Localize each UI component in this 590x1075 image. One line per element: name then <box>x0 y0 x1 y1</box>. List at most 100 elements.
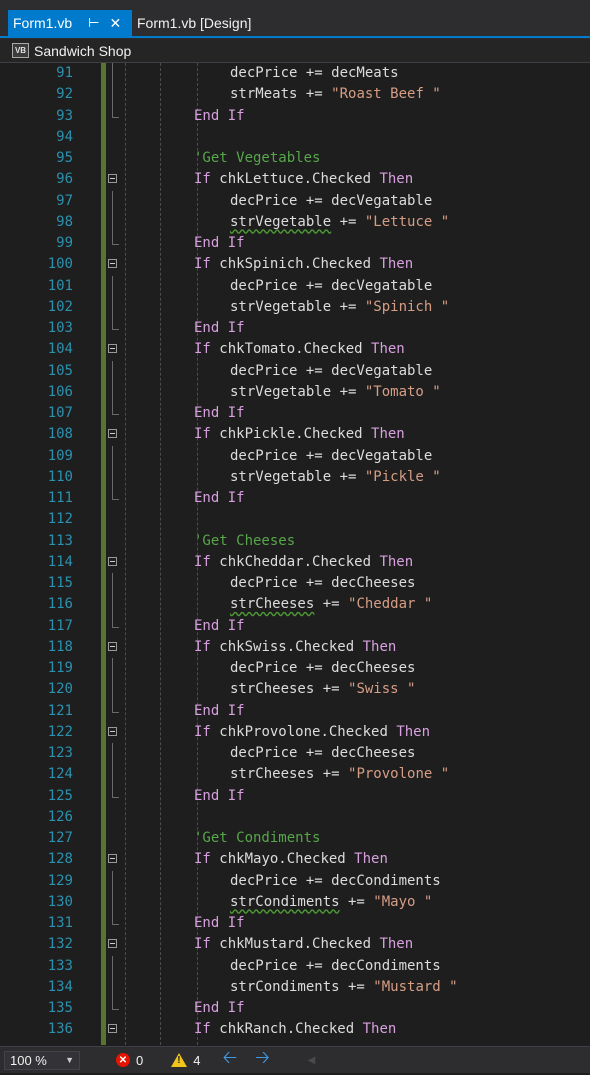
tab-form1-vb[interactable]: Form1.vb ⊢ ✕ <box>8 10 132 36</box>
line-number: 98 <box>56 213 73 230</box>
code-line[interactable]: 93 End If <box>0 105 590 127</box>
keyword-token: End If <box>194 107 245 124</box>
collapse-icon[interactable] <box>108 1024 117 1034</box>
code-line[interactable]: 112 <box>0 509 590 530</box>
collapse-icon[interactable] <box>108 429 117 439</box>
code-line[interactable]: 124 strCheeses += "Provolone " <box>0 764 590 786</box>
pin-icon[interactable]: ⊢ <box>88 15 99 31</box>
code-line[interactable]: 97 decPrice += decVegatable <box>0 190 590 212</box>
code-line[interactable]: 126 <box>0 807 590 828</box>
code-line[interactable]: 117 End If <box>0 615 590 637</box>
code-text: decPrice += decVegatable <box>230 276 432 297</box>
code-line[interactable]: 91 decPrice += decMeats <box>0 63 590 85</box>
collapse-icon[interactable] <box>108 344 117 354</box>
code-line[interactable]: 104 If chkTomato.Checked Then <box>0 339 590 360</box>
code-line[interactable]: 119 decPrice += decCheeses <box>0 658 590 680</box>
code-line[interactable]: 121 End If <box>0 700 590 722</box>
code-token: decPrice += decVegatable <box>230 362 433 379</box>
line-number: 132 <box>47 936 73 953</box>
code-line[interactable]: 118 If chkSwiss.Checked Then <box>0 637 590 658</box>
code-line[interactable]: 135 End If <box>0 998 590 1019</box>
code-line[interactable]: 128 If chkMayo.Checked Then <box>0 849 590 870</box>
line-number: 118 <box>47 638 73 655</box>
code-line[interactable]: 101 decPrice += decVegatable <box>0 275 590 297</box>
code-line[interactable]: 132 If chkMustard.Checked Then <box>0 934 590 955</box>
outline-line <box>112 466 113 488</box>
keyword-token: Then <box>379 936 414 953</box>
code-line[interactable]: 92 strMeats += "Roast Beef " <box>0 84 590 106</box>
line-number: 116 <box>47 596 73 613</box>
code-line[interactable]: 103 End If <box>0 318 590 339</box>
code-line[interactable]: 110 strVegetable += "Pickle " <box>0 466 590 488</box>
keyword-token: Then <box>362 638 397 655</box>
code-token: decPrice += decCondiments <box>230 872 441 889</box>
collapse-icon[interactable] <box>108 939 117 949</box>
code-line[interactable]: 125 End If <box>0 785 590 807</box>
code-text: If chkPickle.Checked Then <box>194 424 405 445</box>
keyword-token: If <box>194 256 220 273</box>
code-line[interactable]: 131 End If <box>0 913 590 934</box>
navigate-back-icon[interactable]: 🡠 <box>222 1045 237 1075</box>
code-token: strVegetable += <box>230 383 365 400</box>
code-editor[interactable]: 91 decPrice += decMeats 92 strMeats += "Roa… <box>0 63 590 1045</box>
navigation-bar[interactable]: VB Sandwich Shop <box>0 39 590 63</box>
code-line[interactable]: 105 decPrice += decVegatable <box>0 360 590 382</box>
navigate-forward-icon[interactable]: 🡢 <box>255 1045 270 1075</box>
code-token: decPrice += decCondiments <box>230 957 441 974</box>
code-line[interactable]: 98 strVegetable += "Lettuce " <box>0 211 590 233</box>
keyword-token: End If <box>194 1000 245 1016</box>
code-line[interactable]: 136 If chkRanch.Checked Then <box>0 1019 590 1040</box>
error-icon: ✕ <box>116 1053 130 1067</box>
collapse-icon[interactable] <box>108 641 117 651</box>
code-line[interactable]: 115 decPrice += decCheeses <box>0 573 590 595</box>
outline-end-marker <box>112 615 119 628</box>
code-line[interactable]: 95 'Get Vegetables <box>0 148 590 169</box>
code-line[interactable]: 114 If chkCheddar.Checked Then <box>0 552 590 573</box>
code-line[interactable]: 94 <box>0 127 590 148</box>
code-line[interactable]: 122 If chkProvolone.Checked Then <box>0 722 590 743</box>
code-text: decPrice += decMeats <box>230 63 399 84</box>
string-token: "Tomato " <box>364 383 441 400</box>
collapse-icon[interactable] <box>108 854 117 864</box>
code-line[interactable]: 120 strCheeses += "Swiss " <box>0 679 590 701</box>
collapse-icon[interactable] <box>108 174 117 184</box>
code-line[interactable]: 129 decPrice += decCondiments <box>0 870 590 892</box>
code-line[interactable]: 109 decPrice += decVegatable <box>0 445 590 467</box>
code-line[interactable]: 116 strCheeses += "Cheddar " <box>0 594 590 616</box>
error-indicator[interactable]: ✕ 0 <box>116 1053 143 1068</box>
class-dropdown[interactable]: Sandwich Shop <box>34 43 131 59</box>
tab-form1-design[interactable]: Form1.vb [Design] <box>137 10 251 36</box>
code-line[interactable]: 100 If chkSpinich.Checked Then <box>0 254 590 275</box>
line-number: 135 <box>47 1000 73 1016</box>
comment-token: 'Get Vegetables <box>194 150 321 166</box>
scroll-left-icon[interactable]: ◀ <box>308 1055 316 1066</box>
code-token: chkPickle.Checked <box>219 426 372 443</box>
code-line[interactable]: 127 'Get Condiments <box>0 828 590 849</box>
code-line[interactable]: 113 'Get Cheeses <box>0 531 590 552</box>
collapse-icon[interactable] <box>108 556 117 566</box>
code-line[interactable]: 99 End If <box>0 233 590 254</box>
code-text: decPrice += decCheeses <box>230 573 415 594</box>
outline-end-marker <box>112 403 119 415</box>
code-line[interactable]: 106 strVegetable += "Tomato " <box>0 381 590 403</box>
keyword-token: If <box>194 1021 220 1038</box>
collapse-icon[interactable] <box>108 726 117 736</box>
close-icon[interactable]: ✕ <box>109 15 121 32</box>
warning-indicator[interactable]: ! 4 <box>171 1053 200 1068</box>
code-line[interactable]: 134 strCondiments += "Mustard " <box>0 976 590 998</box>
string-token: "Roast Beef " <box>331 86 441 103</box>
code-line[interactable]: 133 decPrice += decCondiments <box>0 955 590 977</box>
code-line[interactable]: 123 decPrice += decCheeses <box>0 743 590 765</box>
line-number: 134 <box>47 978 73 995</box>
zoom-dropdown[interactable]: 100 % ▼ <box>4 1050 80 1070</box>
code-line[interactable]: 130 strCondiments += "Mayo " <box>0 891 590 913</box>
line-number: 119 <box>47 660 73 676</box>
code-line[interactable]: 111 End If <box>0 488 590 509</box>
code-line[interactable]: 107 End If <box>0 403 590 424</box>
collapse-icon[interactable] <box>108 259 117 269</box>
code-text: End If <box>194 488 245 509</box>
code-line[interactable]: 108 If chkPickle.Checked Then <box>0 424 590 445</box>
code-text: End If <box>194 913 245 934</box>
code-line[interactable]: 96 If chkLettuce.Checked Then <box>0 169 590 190</box>
code-line[interactable]: 102 strVegetable += "Spinich " <box>0 296 590 318</box>
